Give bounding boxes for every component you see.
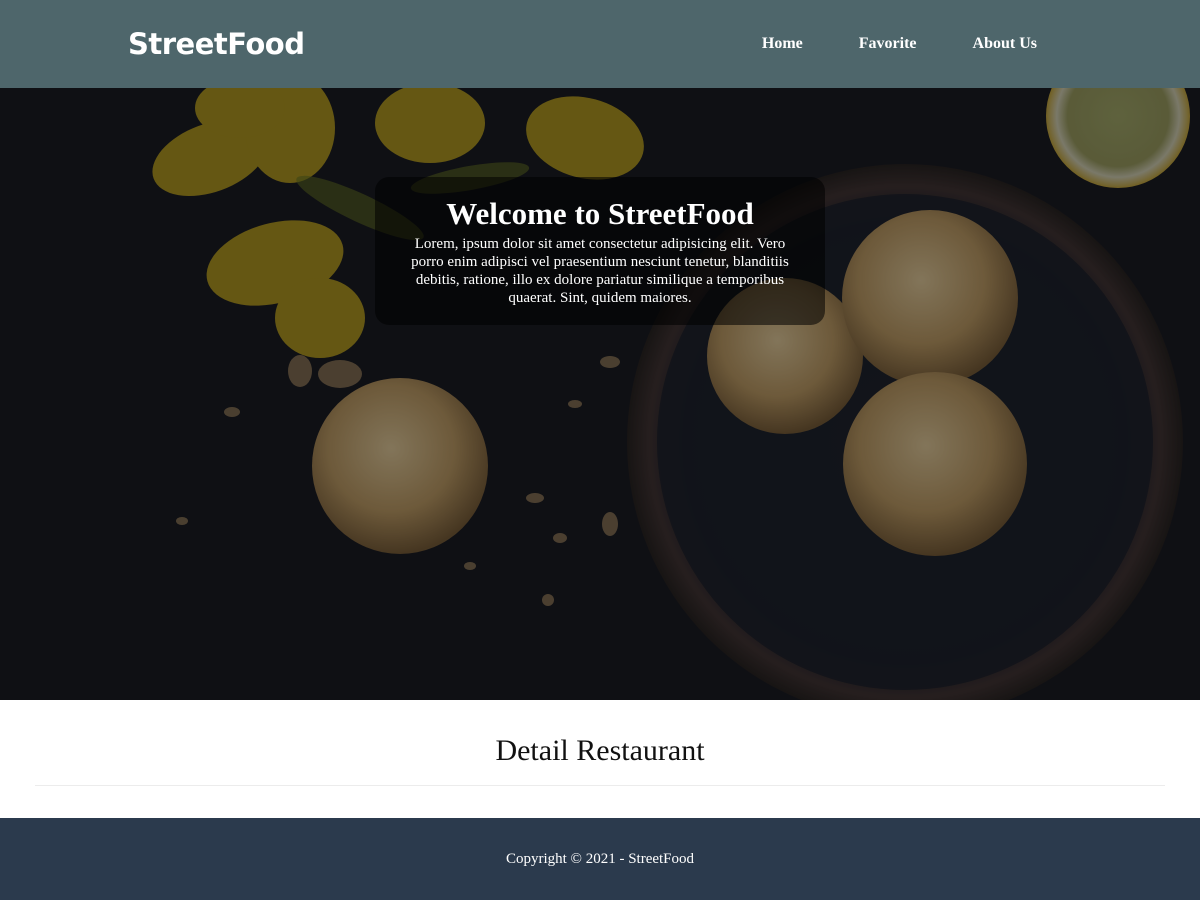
- hero-title: Welcome to StreetFood: [446, 196, 754, 231]
- nav-favorite-link[interactable]: Favorite: [831, 0, 945, 88]
- nav-home-link[interactable]: Home: [734, 0, 831, 88]
- section-divider: [35, 785, 1165, 786]
- main-nav: Home Favorite About Us: [734, 0, 1037, 88]
- hero-description: Lorem, ipsum dolor sit amet consectetur …: [411, 236, 789, 306]
- hero-welcome-card: Welcome to StreetFood Lorem, ipsum dolor…: [375, 177, 825, 325]
- hero-banner: Welcome to StreetFood Lorem, ipsum dolor…: [0, 88, 1200, 700]
- nav-about-us-link[interactable]: About Us: [945, 0, 1037, 88]
- footer: Copyright © 2021 - StreetFood: [0, 818, 1200, 900]
- section-title: Detail Restaurant: [495, 734, 705, 767]
- main-content: Detail Restaurant: [0, 700, 1200, 818]
- app-bar: StreetFood Home Favorite About Us: [0, 0, 1200, 88]
- brand-logo[interactable]: StreetFood: [128, 24, 305, 64]
- copyright-text: Copyright © 2021 - StreetFood: [505, 850, 695, 867]
